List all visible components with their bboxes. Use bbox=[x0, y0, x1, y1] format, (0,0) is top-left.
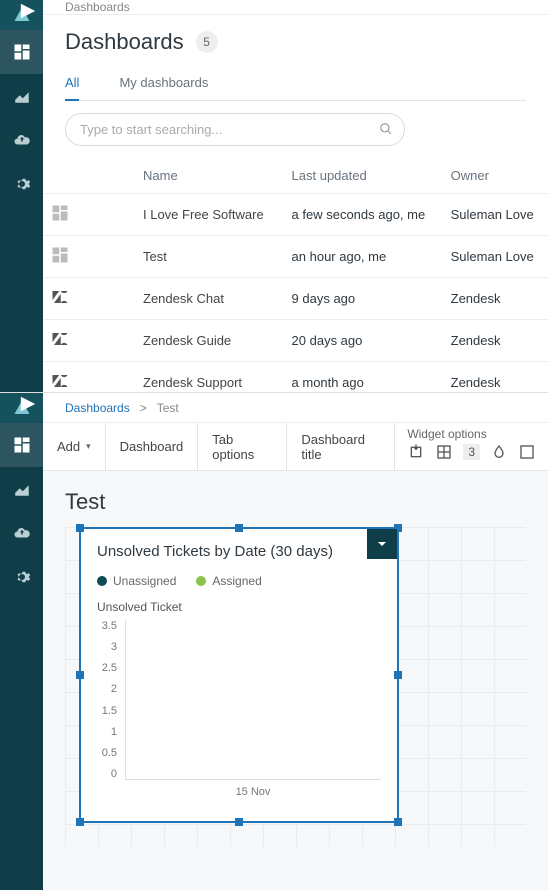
cell-owner: Suleman Love bbox=[443, 236, 548, 278]
breadcrumb: Dashboards bbox=[43, 0, 548, 15]
nav-reports-icon[interactable] bbox=[0, 74, 43, 118]
chart-plot: 3.5 3 2.5 2 1.5 1 0.5 0 bbox=[97, 620, 381, 780]
nav-reports-icon[interactable] bbox=[0, 467, 43, 511]
more-icon[interactable] bbox=[518, 443, 536, 461]
cell-updated: 20 days ago bbox=[284, 320, 443, 362]
canvas-grid[interactable]: Unsolved Tickets by Date (30 days) Unass… bbox=[65, 527, 526, 847]
cell-owner: Suleman Love bbox=[443, 194, 548, 236]
chart-ylabel: Unsolved Ticket bbox=[97, 600, 381, 614]
count-badge: 5 bbox=[196, 31, 218, 53]
chart-ytick: 1.5 bbox=[97, 705, 117, 717]
search-icon bbox=[379, 122, 393, 139]
table-row[interactable]: Zendesk Guide20 days agoZendesk bbox=[43, 320, 548, 362]
col-owner: Owner bbox=[443, 158, 548, 194]
dashboard-menu[interactable]: Dashboard bbox=[106, 423, 199, 470]
cell-name: I Love Free Software bbox=[83, 194, 284, 236]
resize-handle[interactable] bbox=[394, 818, 402, 826]
breadcrumb: Dashboards > Test bbox=[43, 393, 548, 423]
tab-my-dashboards[interactable]: My dashboards bbox=[119, 69, 208, 100]
cell-owner: Zendesk bbox=[443, 362, 548, 393]
page-title: Dashboards bbox=[65, 29, 184, 55]
legend-dot-icon bbox=[196, 576, 206, 586]
chart-xtick: 15 Nov bbox=[125, 786, 381, 798]
breadcrumb-current: Test bbox=[157, 401, 179, 415]
cell-owner: Zendesk bbox=[443, 278, 548, 320]
chart-widget[interactable]: Unsolved Tickets by Date (30 days) Unass… bbox=[79, 527, 399, 823]
nav-settings-icon[interactable] bbox=[0, 555, 43, 599]
dashboard-icon bbox=[51, 210, 69, 225]
zendesk-icon bbox=[51, 294, 69, 309]
tab-all[interactable]: All bbox=[65, 69, 79, 100]
widget-title: Unsolved Tickets by Date (30 days) bbox=[97, 543, 381, 560]
dashboard-title-menu[interactable]: Dashboard title bbox=[287, 423, 395, 470]
add-menu[interactable]: Add▾ bbox=[43, 423, 106, 470]
nav-upload-icon[interactable] bbox=[0, 511, 43, 555]
breadcrumb-root[interactable]: Dashboards bbox=[65, 401, 130, 415]
breadcrumb-item: Dashboards bbox=[65, 0, 130, 14]
app-logo[interactable] bbox=[0, 393, 43, 423]
nav-dashboards-icon[interactable] bbox=[0, 423, 43, 467]
droplet-icon[interactable] bbox=[490, 443, 508, 461]
chart-ytick: 2.5 bbox=[97, 662, 117, 674]
sidebar bbox=[0, 393, 43, 890]
zendesk-icon bbox=[51, 336, 69, 351]
widget-menu-button[interactable] bbox=[367, 529, 397, 559]
table-row[interactable]: Zendesk Supporta month agoZendesk bbox=[43, 362, 548, 393]
resize-handle[interactable] bbox=[76, 818, 84, 826]
grid-icon[interactable] bbox=[435, 443, 453, 461]
cell-updated: a month ago bbox=[284, 362, 443, 393]
chart-ytick: 0.5 bbox=[97, 747, 117, 759]
cell-updated: an hour ago, me bbox=[284, 236, 443, 278]
dashboards-table: Name Last updated Owner I Love Free Soft… bbox=[43, 158, 548, 392]
canvas-title: Test bbox=[65, 489, 526, 515]
resize-handle[interactable] bbox=[235, 524, 243, 532]
chart-ytick: 1 bbox=[97, 726, 117, 738]
cell-owner: Zendesk bbox=[443, 320, 548, 362]
nav-settings-icon[interactable] bbox=[0, 162, 43, 206]
resize-handle[interactable] bbox=[394, 671, 402, 679]
nav-dashboards-icon[interactable] bbox=[0, 30, 43, 74]
search-input[interactable] bbox=[65, 113, 405, 146]
legend-dot-icon bbox=[97, 576, 107, 586]
app-logo[interactable] bbox=[0, 0, 43, 30]
resize-handle[interactable] bbox=[76, 524, 84, 532]
chart-ytick: 0 bbox=[97, 768, 117, 780]
tab-options-menu[interactable]: Tab options bbox=[198, 423, 287, 470]
table-row[interactable]: I Love Free Softwarea few seconds ago, m… bbox=[43, 194, 548, 236]
chart-ytick: 2 bbox=[97, 683, 117, 695]
nav-upload-icon[interactable] bbox=[0, 118, 43, 162]
cell-updated: a few seconds ago, me bbox=[284, 194, 443, 236]
cell-name: Test bbox=[83, 236, 284, 278]
insert-icon[interactable] bbox=[407, 443, 425, 461]
chart-ytick: 3.5 bbox=[97, 620, 117, 632]
widget-options-label: Widget options bbox=[395, 423, 548, 441]
resize-handle[interactable] bbox=[76, 671, 84, 679]
zendesk-icon bbox=[51, 378, 69, 392]
sidebar bbox=[0, 0, 43, 392]
col-updated: Last updated bbox=[284, 158, 443, 194]
resize-handle[interactable] bbox=[235, 818, 243, 826]
editor-toolbar: Add▾ Dashboard Tab options Dashboard tit… bbox=[43, 423, 548, 471]
table-row[interactable]: Zendesk Chat9 days agoZendesk bbox=[43, 278, 548, 320]
chart-ytick: 3 bbox=[97, 641, 117, 653]
col-name: Name bbox=[83, 158, 284, 194]
cell-name: Zendesk Support bbox=[83, 362, 284, 393]
dashboard-icon bbox=[51, 252, 69, 267]
chart-legend: Unassigned Assigned bbox=[97, 574, 381, 588]
cell-updated: 9 days ago bbox=[284, 278, 443, 320]
cell-name: Zendesk Guide bbox=[83, 320, 284, 362]
table-row[interactable]: Testan hour ago, meSuleman Love bbox=[43, 236, 548, 278]
cell-name: Zendesk Chat bbox=[83, 278, 284, 320]
breadcrumb-sep: > bbox=[140, 401, 147, 415]
decimals-value[interactable]: 3 bbox=[463, 444, 480, 460]
